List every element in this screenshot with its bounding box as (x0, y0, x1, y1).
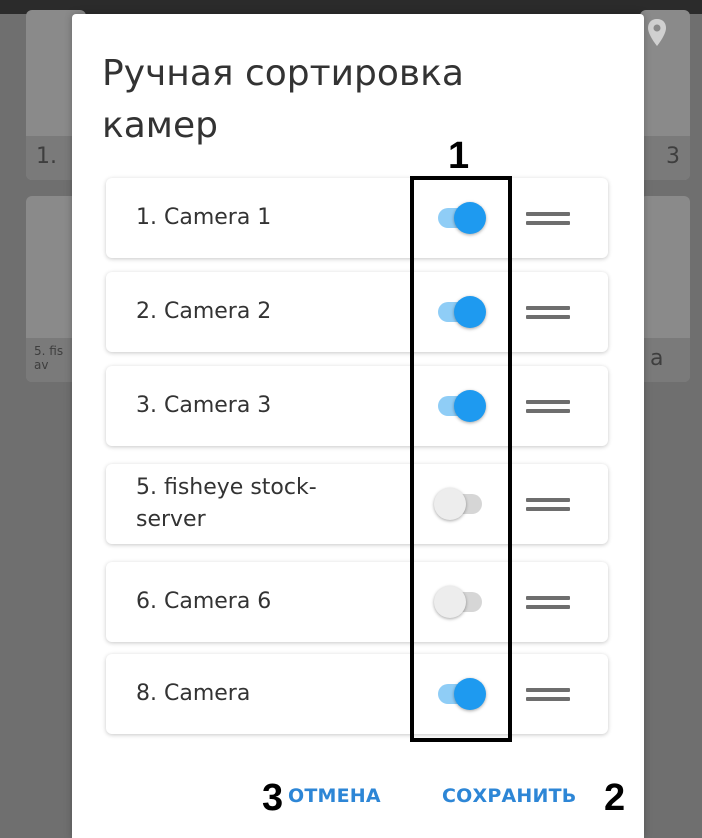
camera-row: 8. Camera (106, 654, 608, 734)
camera-name: 2. Camera 2 (136, 299, 272, 324)
drag-handle-icon[interactable] (526, 301, 570, 323)
toggles-highlight-box (410, 176, 512, 742)
cancel-button[interactable]: ОТМЕНА (288, 782, 381, 810)
camera-row: 3. Camera 3 (106, 366, 608, 446)
background-tile-caption: 3 (640, 136, 690, 180)
camera-name: 8. Camera (136, 681, 251, 706)
background-top-strip (0, 0, 702, 14)
camera-name: 3. Camera 3 (136, 393, 272, 418)
background-tile-caption: a (640, 338, 690, 382)
drag-handle-icon[interactable] (526, 591, 570, 613)
camera-row: 6. Camera 6 (106, 562, 608, 642)
manual-sort-dialog: Ручная сортировка камер 1. Camera 1 2. C… (72, 14, 644, 838)
camera-name: 6. Camera 6 (136, 589, 272, 614)
drag-handle-icon[interactable] (526, 207, 570, 229)
annotation-marker-3: 3 (262, 777, 284, 819)
location-pin-icon (648, 19, 666, 46)
annotation-marker-2: 2 (604, 777, 626, 819)
background-camera-tile: 3 (640, 10, 690, 180)
camera-row: 1. Camera 1 (106, 178, 608, 258)
save-button[interactable]: СОХРАНИТЬ (442, 782, 576, 810)
camera-row: 2. Camera 2 (106, 272, 608, 352)
drag-handle-icon[interactable] (526, 683, 570, 705)
background-camera-tile: a (640, 196, 690, 382)
camera-row: 5. fisheye stock-server (106, 464, 608, 544)
camera-name: 5. fisheye stock-server (136, 475, 317, 532)
camera-name: 1. Camera 1 (136, 205, 272, 230)
drag-handle-icon[interactable] (526, 395, 570, 417)
dialog-title: Ручная сортировка камер (102, 53, 464, 146)
annotation-marker-1: 1 (448, 135, 470, 177)
drag-handle-icon[interactable] (526, 493, 570, 515)
